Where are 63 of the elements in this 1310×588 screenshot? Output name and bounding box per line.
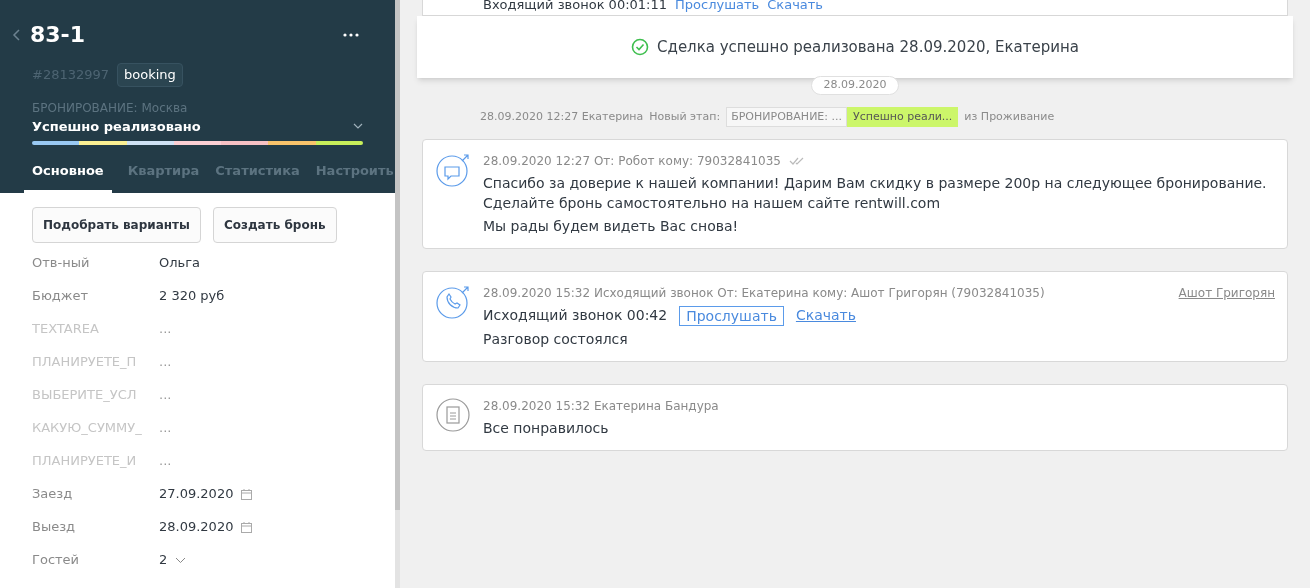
- entry-text: Входящий звонок 00:01:11: [483, 0, 667, 15]
- entry-text: Разговор состоялся: [483, 330, 629, 349]
- to-stage: Успешно реали...: [847, 106, 959, 127]
- field-label: Гостей: [32, 551, 81, 570]
- chevron-down-icon[interactable]: [353, 123, 363, 130]
- field-label: Заезд: [32, 485, 74, 504]
- pipeline-name: БРОНИРОВАНИЕ: Москва: [32, 99, 189, 117]
- field-label: Отв-ный: [32, 254, 91, 273]
- entry-text: Мы рады будем видеть Вас снова!: [483, 217, 740, 236]
- stage-change-label: Новый этап:: [649, 108, 721, 125]
- tab[interactable]: Квартира: [127, 161, 200, 193]
- double-check-icon: [788, 157, 805, 165]
- action-button[interactable]: Подобрать варианты: [32, 206, 201, 243]
- field-value[interactable]: ...: [159, 319, 172, 339]
- listen-button[interactable]: Прослушать: [679, 305, 784, 326]
- deal-status[interactable]: Успешно реализовано: [32, 116, 201, 136]
- more-icon[interactable]: [343, 32, 359, 37]
- download-link[interactable]: Скачать: [795, 305, 856, 326]
- field-value[interactable]: 2: [159, 550, 168, 570]
- field-value[interactable]: 28.09.2020: [159, 517, 234, 537]
- listen-link[interactable]: Прослушать: [675, 0, 760, 15]
- field-label: КАКУЮ_СУММУ_: [32, 419, 143, 438]
- entry-meta: 28.09.2020 15:32 Исходящий звонок От: Екатерина кому: Ашот Григорян (79032841035): [483, 285, 1045, 302]
- field-value[interactable]: ...: [159, 451, 172, 471]
- field-value[interactable]: 2 320 руб: [159, 286, 225, 306]
- deal-tag[interactable]: booking: [117, 63, 183, 87]
- field-label: ВЫБЕРИТЕ_УСЛ: [32, 386, 138, 405]
- stage-change-meta: 28.09.2020 12:27 Екатерина: [480, 108, 644, 125]
- contact-link[interactable]: Ашот Григорян: [1178, 284, 1275, 302]
- entry-text: Спасибо за доверие к нашей компании! Дарим Вам скидку в размере 200р на следующее бронирование. Сделайте бронь самостоятельно на нашем сайте rentwill.com: [483, 174, 1268, 213]
- calendar-icon[interactable]: [241, 521, 253, 533]
- check-circle-icon: [631, 38, 650, 56]
- field-value[interactable]: ...: [159, 385, 172, 405]
- download-link[interactable]: Скачать: [767, 0, 823, 15]
- field-value[interactable]: 27.09.2020: [159, 484, 234, 504]
- stage-change-suffix: из Проживание: [964, 108, 1055, 125]
- field-label: ПЛАНИРУЕТЕ_П: [32, 353, 138, 372]
- tab[interactable]: Статистика: [215, 161, 300, 193]
- tab[interactable]: Основное: [24, 161, 112, 193]
- field-value[interactable]: ...: [159, 418, 172, 438]
- chevron-down-icon[interactable]: [175, 556, 187, 564]
- action-button[interactable]: Создать бронь: [212, 206, 337, 243]
- outgoing-call-icon: [435, 284, 471, 320]
- scrollbar-thumb[interactable]: [395, 0, 400, 510]
- field-label: TEXTAREA: [32, 320, 100, 339]
- call-duration: Исходящий звонок 00:42: [483, 306, 668, 325]
- field-value[interactable]: Ольга: [159, 253, 200, 273]
- back-icon[interactable]: [12, 27, 22, 42]
- calendar-icon[interactable]: [241, 488, 253, 500]
- from-stage: БРОНИРОВАНИЕ: ...: [726, 106, 847, 127]
- field-label: ПЛАНИРУЕТЕ_И: [32, 452, 138, 471]
- field-label: Выезд: [32, 518, 77, 537]
- entry-text: Все понравилось: [483, 419, 610, 438]
- notification-text: Сделка успешно реализована 28.09.2020, Екатерина: [657, 36, 1079, 58]
- entry-meta: 28.09.2020 15:32 Екатерина Бандура: [483, 398, 719, 415]
- field-label: Бюджет: [32, 287, 90, 306]
- entry-meta: 28.09.2020 12:27 От: Робот кому: 79032841035: [483, 153, 781, 170]
- deal-title: 83-1: [30, 21, 86, 49]
- tab[interactable]: Настроить: [315, 161, 394, 193]
- date-pill: 28.09.2020: [810, 76, 900, 95]
- field-value[interactable]: ...: [159, 352, 172, 372]
- document-icon: [435, 397, 471, 433]
- sms-chat-icon: [435, 152, 471, 188]
